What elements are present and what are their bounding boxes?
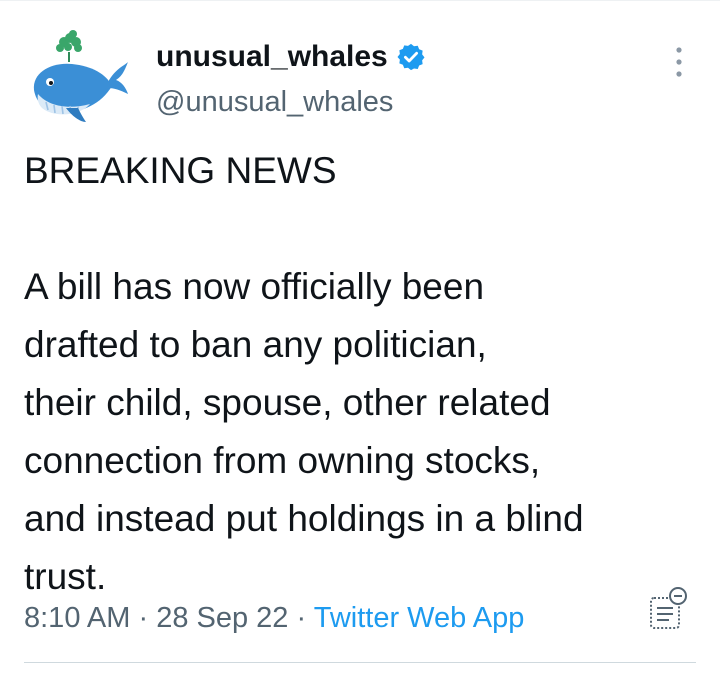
more-options-icon (676, 47, 682, 77)
tweet-body-line: trust. (24, 556, 107, 597)
author-avatar[interactable] (20, 28, 132, 126)
tweet-date[interactable]: 28 Sep 22 (156, 602, 288, 634)
verified-badge-icon (397, 43, 425, 71)
tweet-body-line: A bill has now officially been (24, 266, 485, 307)
tweet-analytics-icon (650, 587, 687, 629)
display-name[interactable]: unusual_whales (156, 40, 388, 74)
divider (24, 662, 696, 663)
tweet-body-line: their child, spouse, other related (24, 382, 551, 423)
tweet-headline: BREAKING NEWS (24, 150, 337, 191)
more-options-button[interactable] (666, 42, 692, 82)
whale-logo-icon (33, 30, 128, 122)
tweet-body-line: and instead put holdings in a blind (24, 498, 584, 539)
tweet-body-line: connection from owning stocks, (24, 440, 541, 481)
tweet-body-line: drafted to ban any politician, (24, 324, 487, 365)
top-border (0, 0, 720, 1)
author-handle[interactable]: @unusual_whales (156, 86, 393, 119)
tweet-meta: 8:10 AM · 28 Sep 22 · Twitter Web App (24, 602, 524, 635)
tweet-analytics-button[interactable] (648, 586, 688, 632)
tweet-source-link[interactable]: Twitter Web App (314, 602, 525, 634)
tweet-time[interactable]: 8:10 AM (24, 602, 130, 634)
meta-separator: · (138, 602, 149, 634)
tweet-text: BREAKING NEWS A bill has now officially … (24, 142, 704, 606)
author-name-row[interactable]: unusual_whales (156, 40, 426, 74)
meta-separator: · (296, 602, 307, 634)
